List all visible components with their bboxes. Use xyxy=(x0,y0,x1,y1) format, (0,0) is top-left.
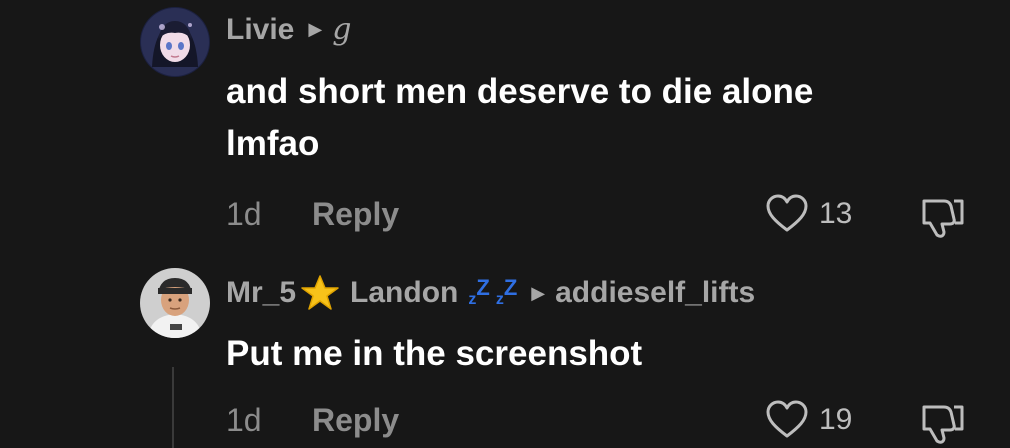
comment-text: and short men deserve to die alone lmfao xyxy=(226,66,956,170)
zzz-icon: zZzZ xyxy=(468,275,518,308)
comment-text-line: lmfao xyxy=(226,124,320,163)
comment-text: Put me in the screenshot xyxy=(226,328,956,380)
author-name[interactable]: Livie xyxy=(226,13,294,47)
like-button[interactable]: 19 xyxy=(765,400,852,440)
avatar[interactable] xyxy=(140,268,210,338)
man-cap-avatar-icon xyxy=(140,268,210,338)
star-icon xyxy=(301,275,339,310)
reply-target-name[interactable]: g xyxy=(332,12,351,47)
comment-meta: 1d Reply xyxy=(226,196,399,233)
comment: Mr_5 Landon zZzZ ▶ addieself_lifts Put m… xyxy=(0,260,1010,448)
like-button[interactable]: 13 xyxy=(765,194,852,234)
author-name-suffix[interactable]: Landon xyxy=(350,276,458,310)
reply-target-name[interactable]: addieself_lifts xyxy=(555,276,755,310)
thread-line xyxy=(172,367,174,448)
dislike-button[interactable] xyxy=(918,401,966,448)
reply-arrow-icon: ▶ xyxy=(531,282,546,303)
comment-text-line: Put me in the screenshot xyxy=(226,334,643,373)
anime-girl-avatar-icon xyxy=(140,7,210,77)
comment-text-line: and short men deserve to die alone xyxy=(226,72,814,111)
comments-screen: Livie ▶ g and short men deserve to die a… xyxy=(0,0,1010,448)
like-count: 13 xyxy=(819,197,853,230)
thumbs-down-icon xyxy=(922,405,964,444)
comment: Livie ▶ g and short men deserve to die a… xyxy=(0,0,1010,250)
dislike-button[interactable] xyxy=(918,195,966,244)
heart-icon xyxy=(766,194,808,232)
comment-meta: 1d Reply xyxy=(226,402,399,439)
like-count: 19 xyxy=(819,403,853,436)
reply-button[interactable]: Reply xyxy=(312,402,399,439)
timestamp: 1d xyxy=(226,402,262,438)
comment-header: Livie ▶ g xyxy=(226,12,351,47)
reply-arrow-icon: ▶ xyxy=(308,19,323,39)
author-name[interactable]: Mr_5 xyxy=(226,276,296,310)
reply-button[interactable]: Reply xyxy=(312,196,399,233)
thumbs-down-icon xyxy=(922,199,964,238)
avatar[interactable] xyxy=(140,7,210,77)
comment-header: Mr_5 Landon zZzZ ▶ addieself_lifts xyxy=(226,274,755,312)
heart-icon xyxy=(766,400,808,438)
timestamp: 1d xyxy=(226,196,262,232)
